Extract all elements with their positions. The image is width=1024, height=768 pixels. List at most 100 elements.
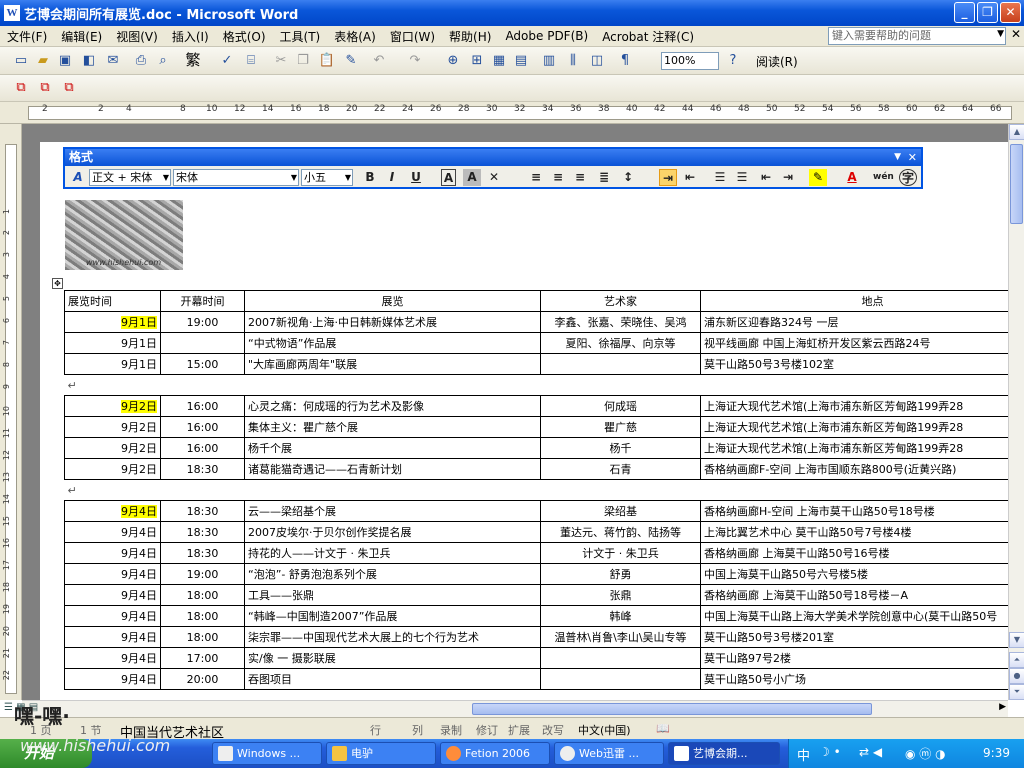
restore-button[interactable]: ❐	[977, 2, 998, 23]
cell-location[interactable]: 莫干山路97号2楼	[700, 647, 1024, 669]
table-row[interactable]: 9月4日 19:00 “泡泡”- 舒勇泡泡系列个展 舒勇 中国上海莫干山路50号六号楼5…	[64, 563, 1024, 585]
help-search-input[interactable]: 键入需要帮助的问题	[828, 27, 1006, 45]
cell-exhibition[interactable]: 杨千个展	[244, 437, 541, 459]
table-row[interactable]: 9月1日 “中式物语”作品展 夏阳、徐福厚、向京等 视平线画廊 中国上海虹桥开发区紫云…	[64, 332, 1024, 354]
cell-artist[interactable]: 杨千	[540, 437, 701, 459]
menu-window[interactable]: 窗口(W)	[383, 28, 442, 45]
underline-button[interactable]: U	[407, 169, 425, 186]
scroll-right-icon[interactable]: ▶	[999, 702, 1006, 712]
char-scale-icon[interactable]: ✕	[485, 169, 503, 186]
cell-location[interactable]: 上海证大现代艺术馆(上海市浦东新区芳甸路199弄28	[700, 395, 1024, 417]
columns-icon[interactable]: ▥	[540, 52, 558, 70]
browse-object-icon[interactable]: ●	[1009, 668, 1024, 684]
convert-pdf-review-icon[interactable]: ⧉	[60, 79, 78, 97]
cell-exhibition[interactable]: “韩峰—中国制造2007”作品展	[244, 605, 541, 627]
cell-exhibition[interactable]: 2007皮埃尔·于贝尔创作奖提名展	[244, 521, 541, 543]
task-windows[interactable]: Windows ...	[212, 742, 322, 765]
word-app-icon[interactable]: W	[4, 5, 20, 21]
cell-location[interactable]: 莫干山路50号3号楼201室	[700, 626, 1024, 648]
table-move-handle-icon[interactable]: ✥	[52, 278, 63, 289]
menu-help[interactable]: 帮助(H)	[442, 28, 498, 45]
cell-date[interactable]: 9月2日	[64, 395, 161, 417]
menu-file[interactable]: 文件(F)	[0, 28, 54, 45]
paste-icon[interactable]: 📋	[318, 52, 336, 70]
language-bar-icon[interactable]: 中	[797, 745, 810, 764]
cell-exhibition[interactable]: 集体主义：瞿广慈个展	[244, 416, 541, 438]
cell-date[interactable]: 9月4日	[64, 647, 161, 669]
cell-exhibition[interactable]: 心灵之痛：何成瑶的行为艺术及影像	[244, 395, 541, 417]
table-row[interactable]: 9月1日 19:00 2007新视角·上海·中日韩新媒体艺术展 李鑫、张嘉、荣晓佳、吴…	[64, 311, 1024, 333]
increase-indent-icon[interactable]: ⇥	[779, 169, 797, 186]
phonetic-guide-icon[interactable]: wén	[873, 169, 894, 186]
tray-ime-icon[interactable]: ☽ •	[819, 745, 841, 759]
cell-date[interactable]: 9月1日	[64, 353, 161, 375]
cell-exhibition[interactable]: 吞图项目	[244, 668, 541, 690]
tables-borders-icon[interactable]: ⊞	[468, 52, 486, 70]
cell-artist[interactable]: 温普林\肖鲁\李山\吴山专等	[540, 626, 701, 648]
horizontal-scrollbar[interactable]: ▶	[22, 700, 1008, 717]
table-row[interactable]: 9月4日 18:30 云——梁绍基个展 梁绍基 香格纳画廊H-空间 上海市莫干山路50号…	[64, 500, 1024, 522]
cell-time[interactable]: 15:00	[160, 353, 245, 375]
cell-date[interactable]: 9月2日	[64, 437, 161, 459]
cell-location[interactable]: 香格纳画廊F-空间 上海市国顺东路800号(近黄兴路)	[700, 458, 1024, 480]
vertical-scroll-thumb[interactable]	[1010, 144, 1023, 224]
decrease-indent-icon[interactable]: ⇤	[757, 169, 775, 186]
status-extend[interactable]: 扩展	[508, 722, 530, 738]
line-spacing-icon[interactable]: ↕	[619, 169, 637, 186]
exhibition-table[interactable]: 展览时间 开幕时间 展览 艺术家 地点 9月1日 19:00 2007新视角·上海·…	[64, 290, 1024, 690]
ltr-text-icon[interactable]: ⇥	[659, 169, 677, 186]
table-row[interactable]: 9月4日 20:00 吞图项目 莫干山路50号小广场	[64, 668, 1024, 690]
cell-date[interactable]: 9月4日	[64, 605, 161, 627]
cell-artist[interactable]	[540, 647, 701, 669]
rtl-text-icon[interactable]: ⇤	[681, 169, 699, 186]
help-icon[interactable]: ?	[724, 52, 742, 70]
drawing-icon[interactable]: ⫼	[564, 52, 582, 70]
cell-date[interactable]: 9月1日	[64, 332, 161, 354]
table-row[interactable]: 9月4日 18:00 柒宗罪——中国现代艺术大展上的七个行为艺术 温普林\肖鲁\李山\…	[64, 626, 1024, 648]
style-select[interactable]: 正文 + 宋体 ▼	[89, 169, 171, 186]
table-row[interactable]: 9月2日 18:30 诸葛能猫奇遇记——石青新计划 石青 香格纳画廊F-空间 上海市国顺…	[64, 458, 1024, 480]
cell-location[interactable]: 浦东新区迎春路324号 一层	[700, 311, 1024, 333]
cell-time[interactable]: 18:30	[160, 542, 245, 564]
cell-time[interactable]: 18:30	[160, 521, 245, 543]
cell-time[interactable]: 16:00	[160, 395, 245, 417]
cell-date[interactable]: 9月4日	[64, 521, 161, 543]
table-row[interactable]: 9月2日 16:00 心灵之痛：何成瑶的行为艺术及影像 何成瑶 上海证大现代艺术馆(上海…	[64, 395, 1024, 417]
horizontal-scroll-thumb[interactable]	[472, 703, 872, 715]
tray-network-icon[interactable]: ⇄ ◀	[859, 745, 882, 759]
cell-artist[interactable]: 夏阳、徐福厚、向京等	[540, 332, 701, 354]
cell-artist[interactable]: 计文于 · 朱卫兵	[540, 542, 701, 564]
save-icon[interactable]: ▣	[56, 52, 74, 70]
print-preview-icon[interactable]: ⌕	[154, 52, 172, 70]
cell-artist[interactable]: 石青	[540, 458, 701, 480]
cell-location[interactable]: 香格纳画廊H-空间 上海市莫干山路50号18号楼	[700, 500, 1024, 522]
undo-icon[interactable]: ↶	[370, 52, 388, 70]
cell-location[interactable]: 中国上海莫干山路上海大学美术学院创意中心(莫干山路50号	[700, 605, 1024, 627]
distributed-align-icon[interactable]: ≣	[595, 169, 613, 186]
cell-date[interactable]: 9月4日	[64, 542, 161, 564]
task-emule[interactable]: 电驴	[326, 742, 436, 765]
cell-exhibition[interactable]: 诸葛能猫奇遇记——石青新计划	[244, 458, 541, 480]
align-right-icon[interactable]: ≡	[571, 169, 589, 186]
cell-location[interactable]: 上海证大现代艺术馆(上海市浦东新区芳甸路199弄28	[700, 416, 1024, 438]
format-toolbar-titlebar[interactable]: 格式 ▼ ✕	[65, 149, 921, 166]
help-dropdown-icon[interactable]: ▼	[997, 29, 1004, 39]
cell-time[interactable]: 17:00	[160, 647, 245, 669]
close-button[interactable]: ✕	[1000, 2, 1021, 23]
format-toolbar[interactable]: 格式 ▼ ✕ A 正文 + 宋体 ▼ 宋体 ▼ 小五 ▼ B I U A A ✕ ≡ …	[63, 147, 923, 189]
cell-location[interactable]: 上海比翼艺术中心 莫干山路50号7号楼4楼	[700, 521, 1024, 543]
cell-date[interactable]: 9月4日	[64, 668, 161, 690]
menu-view[interactable]: 视图(V)	[109, 28, 165, 45]
cell-exhibition[interactable]: 实/像 一 摄影联展	[244, 647, 541, 669]
cell-artist[interactable]: 何成瑶	[540, 395, 701, 417]
next-page-icon[interactable]: ⏷	[1009, 684, 1024, 700]
status-language[interactable]: 中文(中国)	[578, 722, 631, 738]
cell-location[interactable]: 视平线画廊 中国上海虹桥开发区紫云西路24号	[700, 332, 1024, 354]
cell-artist[interactable]	[540, 353, 701, 375]
horizontal-ruler[interactable]: 2 2 4 8 10 12 14 16 18 20 22 24 26 28 30…	[0, 102, 1024, 124]
cell-date[interactable]: 9月4日	[64, 500, 161, 522]
close-toolbar-icon[interactable]: ✕	[908, 149, 917, 166]
toolbar-options-icon[interactable]: ▼	[894, 149, 901, 166]
cell-time[interactable]	[160, 332, 245, 354]
vertical-ruler[interactable]: 1 2 3 4 5 6 7 8 9 10 11 12 13 14 15 16 1…	[0, 124, 22, 700]
